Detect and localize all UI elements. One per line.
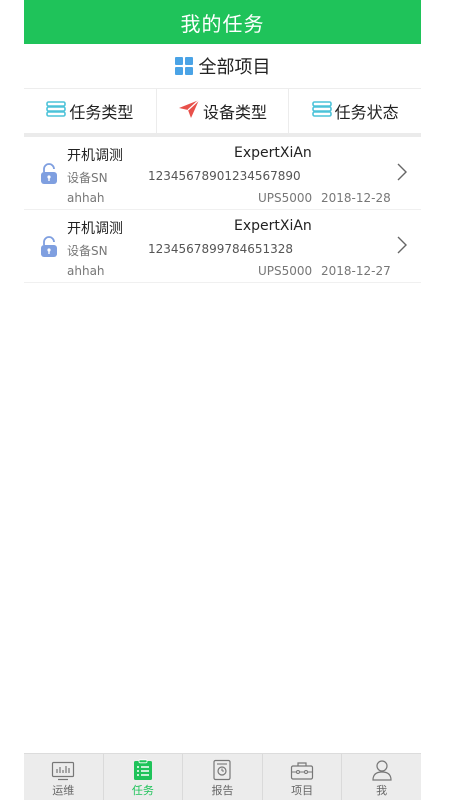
- filter-task-type[interactable]: 任务类型: [24, 89, 157, 133]
- task-user: ahhah: [67, 264, 105, 278]
- task-list: 开机调测 ExpertXiAn 设备SN 1234567890123456789…: [24, 137, 421, 283]
- filter-label: 任务类型: [69, 103, 134, 122]
- task-list-icon: [133, 759, 152, 780]
- filter-device-type[interactable]: 设备类型: [157, 89, 290, 133]
- tab-projects[interactable]: 项目: [263, 754, 343, 800]
- device-model: UPS5000: [258, 264, 313, 278]
- sn-label: 设备SN: [67, 171, 108, 185]
- task-row[interactable]: 开机调测 ExpertXiAn 设备SN 1234567890123456789…: [24, 137, 421, 210]
- project-label: 全部项目: [198, 57, 271, 78]
- user-icon: [372, 760, 392, 781]
- tab-label: 报告: [211, 784, 234, 797]
- task-date: 2018-12-28: [321, 191, 391, 205]
- task-title: 开机调测: [67, 148, 123, 164]
- filter-label: 设备类型: [203, 103, 268, 122]
- device-model: UPS5000: [258, 191, 313, 205]
- app-screen: 我的任务 全部项目 任务类型 设备类型 任务状态 开机调测 ExpertXiAn…: [24, 0, 421, 800]
- tab-operations[interactable]: 运维: [24, 754, 104, 800]
- tab-me[interactable]: 我: [342, 754, 421, 800]
- task-user: ahhah: [67, 191, 105, 205]
- tab-label: 项目: [291, 784, 314, 797]
- task-date: 2018-12-27: [321, 264, 391, 278]
- project-selector[interactable]: 全部项目: [24, 44, 421, 89]
- chevron-right-icon: [397, 236, 407, 254]
- sn-label: 设备SN: [67, 244, 108, 258]
- device-sn: 12345678901234567890: [148, 169, 301, 183]
- page-title: 我的任务: [180, 11, 265, 36]
- chevron-right-icon: [397, 163, 407, 181]
- task-owner: ExpertXiAn: [234, 218, 312, 234]
- paper-plane-icon: [178, 99, 200, 123]
- tab-label: 任务: [131, 784, 154, 797]
- list-icon: [46, 101, 67, 121]
- task-title: 开机调测: [67, 221, 123, 237]
- tab-reports[interactable]: 报告: [183, 754, 263, 800]
- tab-tasks[interactable]: 任务: [104, 754, 184, 800]
- task-row[interactable]: 开机调测 ExpertXiAn 设备SN 1234567899784651328…: [24, 210, 421, 283]
- filter-bar: 任务类型 设备类型 任务状态: [24, 89, 421, 137]
- lock-icon: [41, 163, 57, 184]
- monitor-icon: [52, 761, 75, 781]
- toolbox-icon: [290, 762, 314, 780]
- bottom-tab-bar: 运维 任务 报告 项目 我: [24, 753, 421, 800]
- task-owner: ExpertXiAn: [234, 145, 312, 161]
- lock-icon: [41, 236, 57, 257]
- list-icon: [311, 101, 332, 121]
- filter-label: 任务状态: [334, 103, 399, 122]
- report-icon: [213, 759, 232, 781]
- tab-label: 我: [376, 784, 388, 797]
- title-bar: 我的任务: [24, 0, 421, 44]
- grid-icon: [174, 57, 193, 75]
- filter-task-status[interactable]: 任务状态: [289, 89, 421, 133]
- tab-label: 运维: [52, 784, 75, 797]
- device-sn: 1234567899784651328: [148, 242, 294, 256]
